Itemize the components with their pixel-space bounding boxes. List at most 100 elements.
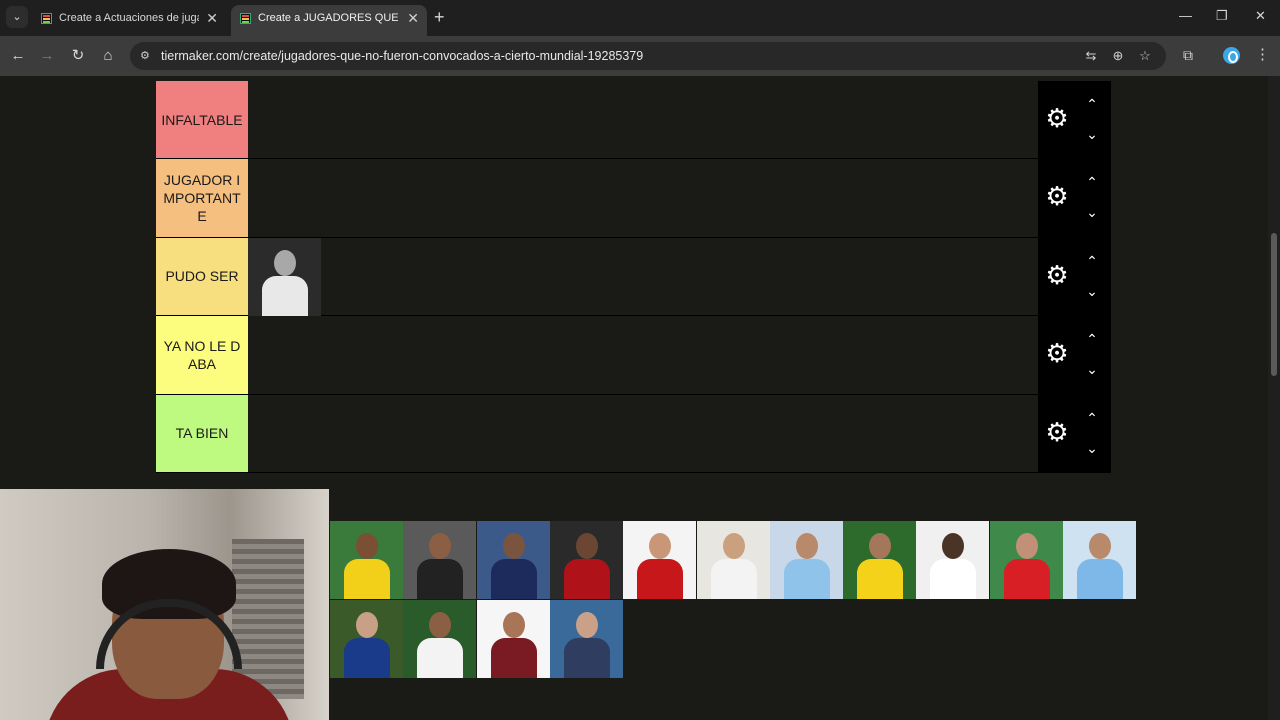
chevron-down-icon[interactable]: ⌄ [1082,441,1102,455]
player-head [796,533,818,559]
site-settings-icon[interactable]: ⚙ [140,49,154,63]
player-shirt [417,559,463,599]
tier-item-player-photo-juventus[interactable] [403,521,476,599]
tier-item-player-photo-real-madrid-white[interactable] [697,521,770,599]
player-head [356,533,378,559]
tier-row: INFALTABLE ⚙ ⌃ ⌄ [156,81,1111,160]
chevron-down-icon[interactable]: ⌄ [1082,127,1102,141]
tier-item-player-photo-bw[interactable] [248,237,321,316]
tab-strip: ⌄ Create a Actuaciones de jugado ✕ Creat… [0,0,1280,36]
restore-icon: ❐ [1216,8,1228,23]
player-head [429,612,451,638]
chevron-down-icon[interactable]: ⌄ [1082,205,1102,219]
tier-label[interactable]: JUGADOR IMPORTANTE [156,159,248,237]
close-icon[interactable]: ✕ [407,5,419,31]
tier-drop-zone[interactable] [248,81,1038,159]
tiermaker-favicon-icon [41,13,52,24]
browser-tab-active[interactable]: Create a JUGADORES QUE NO F ✕ [231,5,427,36]
reload-button[interactable]: ↻ [67,45,89,67]
tier-controls: ⚙ ⌃ ⌄ [1038,316,1111,394]
player-head [576,533,598,559]
tier-label[interactable]: PUDO SER [156,237,248,316]
chevron-down-icon[interactable]: ⌄ [1082,284,1102,298]
player-shirt [344,638,390,678]
tier-row: TA BIEN ⚙ ⌃ ⌄ [156,394,1111,473]
tier-drop-zone[interactable] [248,159,1038,237]
chevron-up-icon[interactable]: ⌃ [1082,411,1102,425]
tier-label[interactable]: YA NO LE DABA [156,316,248,394]
page-scrollbar[interactable] [1268,76,1280,720]
scrollbar-thumb[interactable] [1271,233,1277,376]
gear-icon[interactable]: ⚙ [1045,262,1069,288]
player-shirt [491,559,537,599]
tier-drop-zone[interactable] [248,237,1038,316]
home-icon: ⌂ [103,47,113,64]
zoom-icon[interactable]: ⊕ [1109,47,1127,65]
puzzle-icon: ⧉ [1183,47,1193,63]
player-shirt [637,559,683,599]
translate-icon[interactable]: ⇆ [1082,47,1100,65]
tier-list: INFALTABLE ⚙ ⌃ ⌄ JUGADOR IMPORTANTE ⚙ ⌃ ⌄ PUDO S… [156,81,1111,473]
gear-icon[interactable]: ⚙ [1045,183,1069,209]
chevron-up-icon[interactable]: ⌃ [1082,97,1102,111]
tier-item-player-photo-argentina-4[interactable] [1063,521,1136,599]
webcam-overlay [0,489,329,720]
tier-drop-zone[interactable] [248,394,1038,472]
plus-icon: + [434,7,445,27]
chevron-up-icon[interactable]: ⌃ [1082,254,1102,268]
player-head [1016,533,1038,559]
tier-controls: ⚙ ⌃ ⌄ [1038,81,1111,159]
chevron-up-icon[interactable]: ⌃ [1082,332,1102,346]
tier-label[interactable]: TA BIEN [156,394,248,472]
tier-item-player-photo-argentina-striped[interactable] [770,521,843,599]
browser-menu-button[interactable]: ⋮ [1255,45,1270,65]
restore-button[interactable]: ❐ [1216,8,1228,24]
tier-controls: ⚙ ⌃ ⌄ [1038,394,1111,472]
gear-icon[interactable]: ⚙ [1045,105,1069,131]
minimize-button[interactable]: — [1179,8,1192,23]
tier-item-player-photo-fluminense[interactable] [477,600,550,678]
tier-item-player-photo-inter[interactable] [330,600,403,678]
forward-button[interactable]: → [36,45,58,67]
extensions-button[interactable]: ⧉ [1178,45,1198,65]
tier-label[interactable]: INFALTABLE [156,81,248,159]
profile-avatar[interactable] [1223,47,1240,64]
tier-item-player-photo-manchester-red[interactable] [623,521,696,599]
tier-item-player-photo-france-navy[interactable] [477,521,550,599]
tier-item-player-photo-milan[interactable] [550,521,623,599]
chevron-down-icon: ⌄ [12,11,22,23]
gear-icon[interactable]: ⚙ [1045,419,1069,445]
tier-drop-zone[interactable] [248,316,1038,394]
tab-search-button[interactable]: ⌄ [6,6,28,28]
close-window-button[interactable]: ✕ [1255,8,1266,24]
browser-tab[interactable]: Create a Actuaciones de jugado ✕ [32,5,226,36]
tier-item-player-photo-switzerland-red[interactable] [990,521,1063,599]
tier-item-player-photo-marseille[interactable] [403,600,476,678]
back-button[interactable]: ← [7,45,29,67]
new-tab-button[interactable]: + [434,8,445,26]
gear-icon[interactable]: ⚙ [1045,340,1069,366]
home-button[interactable]: ⌂ [97,45,119,67]
url-text[interactable]: tiermaker.com/create/jugadores-que-no-fu… [161,42,643,70]
tier-item-player-photo-sweden-portrait[interactable] [550,600,623,678]
player-shirt [564,559,610,599]
chevron-up-icon[interactable]: ⌃ [1082,175,1102,189]
address-bar[interactable]: ⚙ tiermaker.com/create/jugadores-que-no-… [130,42,1166,70]
reload-icon: ↻ [71,47,85,64]
tier-item-player-photo-germany-white[interactable] [916,521,989,599]
player-shirt [1004,559,1050,599]
player-head [576,612,598,638]
player-shirt [564,638,610,678]
chevron-down-icon[interactable]: ⌄ [1082,362,1102,376]
player-head [503,612,525,638]
tier-item-player-photo-brazil-yellow[interactable] [330,521,403,599]
tier-controls: ⚙ ⌃ ⌄ [1038,237,1111,316]
close-icon[interactable]: ✕ [206,5,218,31]
tiermaker-favicon-icon [240,13,251,24]
browser-toolbar: ← → ↻ ⌂ ⚙ tiermaker.com/create/jugadores… [0,36,1280,76]
player-head [942,533,964,559]
star-icon[interactable]: ☆ [1136,47,1154,65]
player-shirt [857,559,903,599]
player-head [1089,533,1111,559]
tier-item-player-photo-brazil-10[interactable] [843,521,916,599]
